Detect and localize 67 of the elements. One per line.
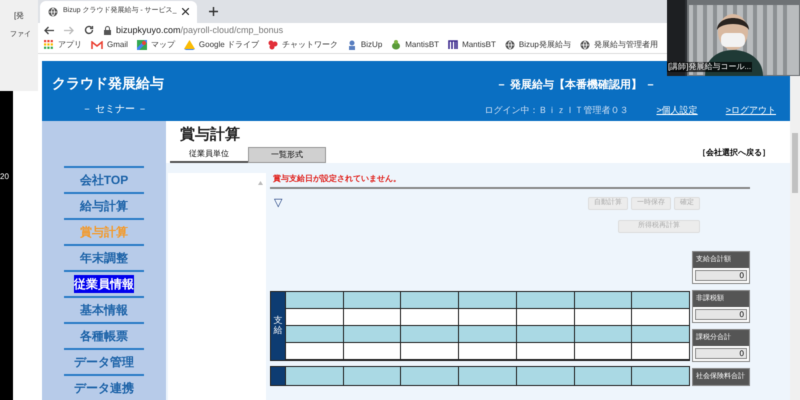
grid-cell [342, 326, 400, 343]
date-fragment: 20 [0, 170, 9, 182]
flower-icon [268, 40, 278, 50]
bookmark[interactable]: チャットワーク [268, 39, 338, 52]
page-title: 賞与計算 [179, 125, 241, 145]
bookmark[interactable]: Google ドライブ [184, 39, 259, 52]
grid-cell [458, 326, 516, 343]
m-logo-icon [448, 40, 458, 50]
bookmark[interactable]: Bizup発展給与 [504, 39, 571, 52]
login-status: ログイン中：ＢｉｚＩＴ管理者０３ [484, 104, 628, 116]
bookmark[interactable]: BizUp [346, 39, 382, 52]
view-tab[interactable]: 一覧形式 [248, 147, 326, 163]
grid-row-header [271, 367, 285, 385]
grid-cell [516, 309, 574, 326]
grid-cell [285, 309, 343, 326]
scroll-up-icon [258, 181, 263, 185]
grid-row-header: 支給 [271, 292, 285, 360]
grid-cell [400, 326, 458, 343]
bookmark[interactable]: アプリ [44, 39, 82, 52]
grid-cell [574, 309, 632, 326]
bookmark[interactable]: Gmail [91, 39, 128, 52]
header-link[interactable]: >個人設定 [656, 104, 698, 117]
view-tab[interactable]: 従業員単位 [170, 147, 248, 163]
window-title-fragment: [発 [13, 10, 26, 22]
grid-cell [574, 326, 632, 343]
nav-link[interactable]: 給与計算 [80, 197, 128, 215]
globe-icon [504, 40, 515, 50]
grid-cell [400, 309, 458, 326]
map-icon [136, 40, 147, 50]
triangle-icon [184, 40, 195, 50]
header-link[interactable]: >ログアウト [726, 104, 776, 117]
environment-title: － 発展給与【本番機確認用】 － [496, 78, 657, 93]
total-field: 0 [695, 309, 747, 320]
grid-cell [342, 309, 400, 326]
figure-icon [346, 40, 357, 50]
reload-icon[interactable] [84, 25, 94, 36]
grid-cell [458, 309, 516, 326]
globe-icon [48, 6, 58, 17]
total-field: 0 [695, 270, 747, 281]
back-link[interactable]: ［会社選択へ戻る］ [698, 147, 770, 159]
bookmark[interactable]: MantisBT [448, 39, 496, 52]
globe-icon [580, 40, 590, 50]
nav-link[interactable]: データ管理 [74, 353, 134, 371]
app-logo: クラウド発展給与 [52, 74, 164, 93]
seminar-subtitle: － セミナー － [81, 103, 149, 117]
bookmark[interactable]: MantisBT [391, 39, 440, 52]
grid-cell [285, 326, 343, 343]
total-field: 0 [695, 348, 747, 359]
new-tab-icon[interactable] [208, 6, 218, 16]
nav-link[interactable]: データ連携 [74, 379, 134, 397]
apps-grid-icon [44, 40, 54, 50]
bug-icon [391, 40, 402, 50]
nav-link[interactable]: 年末調整 [80, 249, 128, 267]
mail-icon [91, 40, 103, 50]
nav-link[interactable]: 各種帳票 [80, 327, 128, 345]
toggle-arrow[interactable]: ▽ [270, 197, 282, 209]
grid-cell [516, 326, 574, 343]
bookmark[interactable]: 発展給与管理者用 [580, 39, 658, 52]
close-icon[interactable] [182, 8, 189, 16]
nav-link[interactable]: 会社TOP [80, 171, 128, 189]
video-caption: [講師]発展給与コール... [667, 62, 752, 72]
bookmark[interactable]: マップ [136, 39, 175, 52]
lock-icon [104, 26, 111, 35]
back-icon[interactable] [44, 26, 54, 35]
nav-link[interactable]: 従業員情報 [74, 275, 134, 293]
error-message: 賞与支給日が設定されていません。 [272, 173, 402, 185]
nav-link[interactable]: 基本情報 [80, 301, 128, 319]
